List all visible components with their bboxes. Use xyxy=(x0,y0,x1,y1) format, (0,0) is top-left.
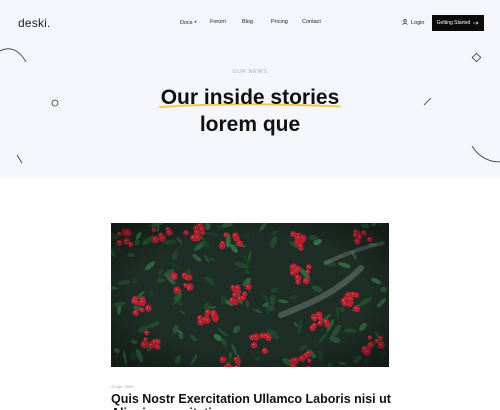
nav-item-blog[interactable]: Blog xyxy=(242,19,253,25)
post-image[interactable] xyxy=(111,223,389,367)
decorative-line xyxy=(16,154,23,164)
chevron-down-icon: ▾ xyxy=(194,19,197,24)
decorative-diamond xyxy=(471,52,482,63)
nav-item-contact[interactable]: Contact xyxy=(302,19,321,25)
cta-label: Getting Started xyxy=(436,20,471,26)
nav-item-docs[interactable]: Docs ▾ xyxy=(180,19,197,26)
nav-item-forum[interactable]: Forum xyxy=(210,19,226,25)
decorative-arc xyxy=(0,48,27,63)
user-icon xyxy=(402,19,408,25)
post-title[interactable]: Quis Nostr Exercitation Ullamco Laboris … xyxy=(111,392,391,410)
main-nav: Docs ▾ Forum Blog Pricing Contact xyxy=(0,19,500,29)
post-date: 23 Apr, 2020 xyxy=(111,384,134,389)
berries-photo xyxy=(111,223,389,367)
decorative-line xyxy=(423,97,432,106)
section-kicker: OUR NEWS xyxy=(232,69,268,75)
login-label: Login xyxy=(411,20,425,26)
page-title: Our inside stories lorem que xyxy=(0,84,500,138)
login-link[interactable]: Login xyxy=(402,19,424,26)
getting-started-button[interactable]: Getting Started xyxy=(432,15,484,31)
decorative-circle xyxy=(51,99,59,107)
hero-section: deski. Docs ▾ Forum Blog Pricing Contact … xyxy=(0,0,500,178)
nav-item-label: Docs xyxy=(180,20,193,26)
nav-item-pricing[interactable]: Pricing xyxy=(271,19,288,25)
arrow-right-icon xyxy=(473,21,479,25)
decorative-arc xyxy=(471,145,500,163)
title-line-2: lorem que xyxy=(199,113,301,136)
